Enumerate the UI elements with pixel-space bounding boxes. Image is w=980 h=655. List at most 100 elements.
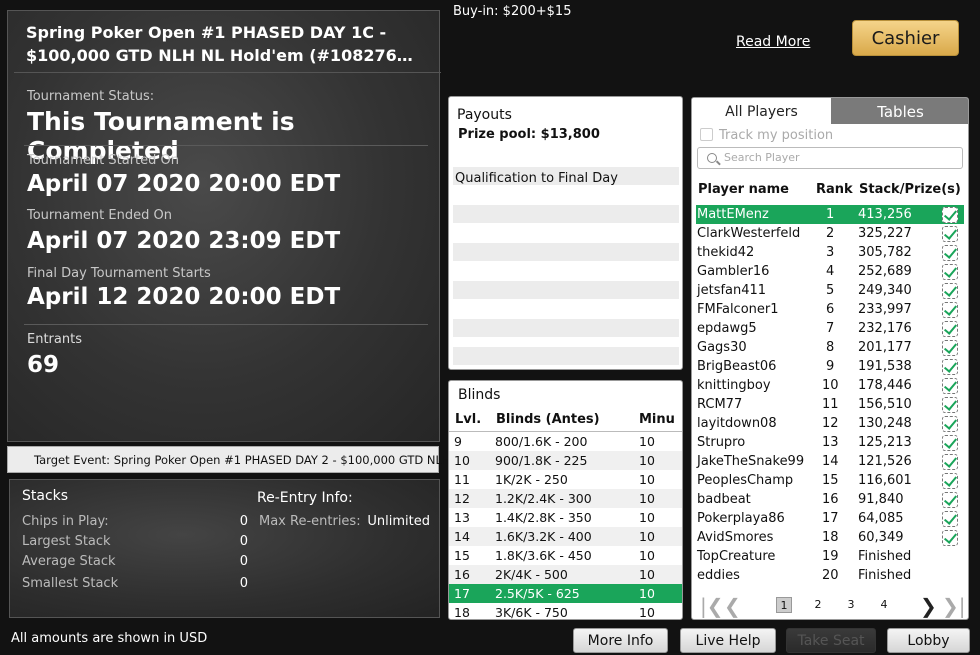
- take-seat-button[interactable]: Take Seat: [786, 628, 876, 653]
- player-rank: 7: [826, 321, 835, 336]
- player-stack: 64,085: [858, 511, 904, 526]
- player-name: FMFalconer1: [697, 302, 779, 317]
- player-stack: Finished: [858, 568, 912, 583]
- blind-row: 12 1.2K/2.4K - 300 10: [449, 489, 682, 508]
- lobby-button[interactable]: Lobby: [887, 628, 970, 653]
- player-rank: 17: [822, 511, 839, 526]
- blind-level: 9: [454, 434, 462, 449]
- checkmark-icon: [942, 302, 958, 318]
- player-rank: 6: [826, 302, 835, 317]
- player-name: ClarkWesterfeld: [697, 226, 801, 241]
- first-page-icon[interactable]: |❮: [700, 594, 724, 618]
- track-position-label: Track my position: [719, 128, 834, 143]
- player-name: JakeTheSnake99: [697, 454, 805, 469]
- player-row[interactable]: RCM77 11 156,510: [696, 395, 964, 414]
- blind-row: 13 1.4K/2.8K - 350 10: [449, 508, 682, 527]
- player-row[interactable]: Pokerplaya86 17 64,085: [696, 509, 964, 528]
- stacks-header: Stacks: [22, 488, 69, 504]
- blinds-panel: Blinds Lvl. Blinds (Antes) Minu 9 800/1.6…: [448, 380, 683, 620]
- blind-row: 16 2K/4K - 500 10: [449, 565, 682, 584]
- live-help-button[interactable]: Live Help: [680, 628, 776, 653]
- blind-row: 11 1K/2K - 250 10: [449, 470, 682, 489]
- payout-row: [453, 347, 679, 365]
- blind-level: 14: [454, 529, 470, 544]
- player-rank: 13: [822, 435, 839, 450]
- player-row[interactable]: epdawg5 7 232,176: [696, 319, 964, 338]
- player-row-selected[interactable]: MattEMenz 1 413,256: [696, 205, 964, 224]
- checkmark-icon: [942, 378, 958, 394]
- blind-minutes: 10: [639, 605, 655, 620]
- player-name: TopCreature: [697, 549, 776, 564]
- prize-pool: Prize pool: $13,800: [458, 127, 600, 142]
- search-player-input[interactable]: Search Player: [697, 147, 963, 169]
- blind-value: 2K/4K - 500: [495, 567, 568, 582]
- blind-minutes: 10: [639, 472, 655, 487]
- player-row[interactable]: AvidSmores 18 60,349: [696, 528, 964, 547]
- blind-level: 13: [454, 510, 470, 525]
- next-page-icon[interactable]: ❯: [920, 594, 937, 618]
- blind-minutes: 10: [639, 586, 655, 601]
- player-row[interactable]: ClarkWesterfeld 2 325,227: [696, 224, 964, 243]
- page-2[interactable]: 2: [810, 597, 826, 613]
- page-4[interactable]: 4: [876, 597, 892, 613]
- player-row[interactable]: PeoplesChamp 15 116,601: [696, 471, 964, 490]
- player-row[interactable]: Strupro 13 125,213: [696, 433, 964, 452]
- payout-row: [453, 281, 679, 299]
- player-name: Gambler16: [697, 264, 770, 279]
- player-row[interactable]: jetsfan411 5 249,340: [696, 281, 964, 300]
- checkmark-icon: [942, 473, 958, 489]
- more-info-button[interactable]: More Info: [573, 628, 668, 653]
- col-blinds: Blinds (Antes): [496, 412, 600, 427]
- checkmark-icon: [942, 321, 958, 337]
- player-row[interactable]: knittingboy 10 178,446: [696, 376, 964, 395]
- player-row[interactable]: TopCreature 19 Finished: [696, 547, 964, 566]
- player-row[interactable]: Gambler16 4 252,689: [696, 262, 964, 281]
- player-name: Strupro: [697, 435, 746, 450]
- read-more-link[interactable]: Read More: [736, 34, 810, 50]
- blind-row-current: 17 2.5K/5K - 625 10: [449, 584, 682, 603]
- blind-level: 17: [454, 586, 470, 601]
- smallest-value: 0: [239, 576, 248, 591]
- stacks-panel: Stacks Chips in Play: 0 Largest Stack 0 …: [9, 479, 440, 618]
- reentry-header: Re-Entry Info:: [257, 490, 353, 506]
- ended-value: April 07 2020 23:09 EDT: [27, 228, 341, 254]
- player-row[interactable]: layitdown08 12 130,248: [696, 414, 964, 433]
- ended-label: Tournament Ended On: [27, 208, 172, 223]
- largest-label: Largest Stack: [22, 534, 111, 549]
- payout-row: [453, 319, 679, 337]
- entrants-label: Entrants: [27, 332, 82, 347]
- divider: [24, 145, 428, 146]
- blind-minutes: 10: [639, 491, 655, 506]
- player-stack: 116,601: [858, 473, 912, 488]
- player-row[interactable]: Gags30 8 201,177: [696, 338, 964, 357]
- blind-value: 1K/2K - 250: [495, 472, 568, 487]
- player-row[interactable]: badbeat 16 91,840: [696, 490, 964, 509]
- tab-tables[interactable]: Tables: [831, 98, 968, 124]
- player-name: jetsfan411: [697, 283, 767, 298]
- player-stack: 413,256: [858, 207, 912, 222]
- checkmark-icon: [942, 245, 958, 261]
- blind-row: 18 3K/6K - 750 10: [449, 603, 682, 620]
- player-stack: 191,538: [858, 359, 912, 374]
- started-value: April 07 2020 20:00 EDT: [27, 171, 341, 197]
- checkmark-icon: [942, 359, 958, 375]
- player-row[interactable]: eddies 20 Finished: [696, 566, 964, 585]
- player-stack: 232,176: [858, 321, 912, 336]
- player-row[interactable]: JakeTheSnake99 14 121,526: [696, 452, 964, 471]
- prev-page-icon[interactable]: ❮: [724, 594, 741, 618]
- player-name: RCM77: [697, 397, 743, 412]
- last-page-icon[interactable]: ❯|: [942, 594, 966, 618]
- track-position-checkbox[interactable]: Track my position: [700, 128, 833, 143]
- page-1[interactable]: 1: [776, 597, 792, 613]
- player-stack: 156,510: [858, 397, 912, 412]
- cashier-button[interactable]: Cashier: [852, 20, 959, 56]
- blind-level: 11: [454, 472, 470, 487]
- tab-all-players[interactable]: All Players: [692, 98, 831, 124]
- player-row[interactable]: thekid42 3 305,782: [696, 243, 964, 262]
- checkbox-icon[interactable]: [700, 128, 713, 141]
- player-name: eddies: [697, 568, 740, 583]
- player-row[interactable]: BrigBeast06 9 191,538: [696, 357, 964, 376]
- page-3[interactable]: 3: [843, 597, 859, 613]
- player-row[interactable]: FMFalconer1 6 233,997: [696, 300, 964, 319]
- blind-minutes: 10: [639, 548, 655, 563]
